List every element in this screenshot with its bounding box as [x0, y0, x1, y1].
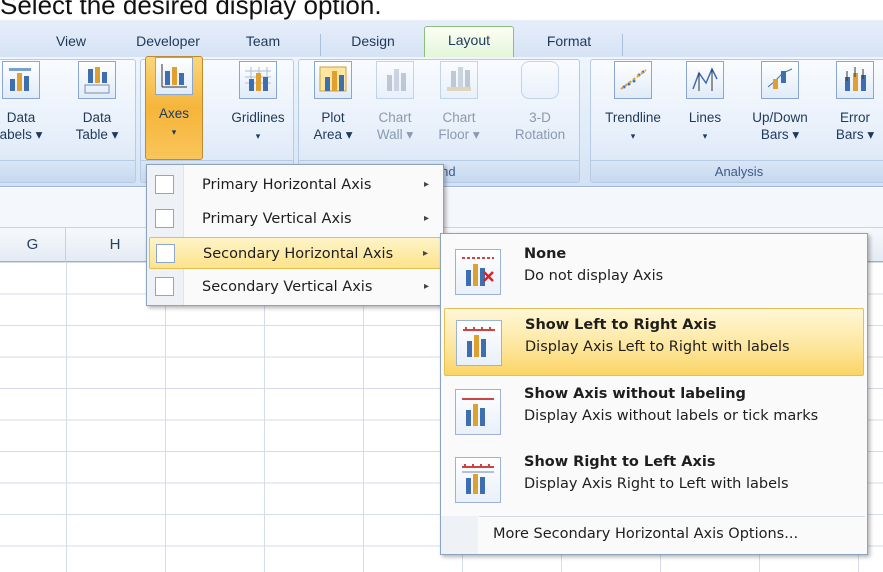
chart-wall-button[interactable]: Chart Wall ▾: [366, 61, 424, 161]
submenu-arrow-icon: ▸: [422, 248, 428, 259]
gridlines-icon: [239, 61, 277, 99]
tab-separator: [622, 34, 623, 56]
axes-icon: [155, 57, 193, 95]
error-bars-icon: [836, 61, 874, 99]
error-bars-label: Error Bars ▾: [835, 110, 875, 142]
menu-gutter: [441, 516, 478, 554]
plot-area-icon: [314, 61, 352, 99]
trendline-label: Trendline ▾: [605, 110, 661, 141]
data-table-label: Data Table ▾: [75, 110, 119, 142]
data-table-icon: [78, 61, 116, 99]
chart-wall-icon: [376, 61, 414, 99]
menu-item-label: Secondary Vertical Axis: [202, 279, 373, 295]
tab-team[interactable]: Team: [220, 28, 306, 58]
submenu-arrow-icon: ▸: [423, 179, 429, 190]
gridlines-button[interactable]: Gridlines ▾: [226, 61, 290, 161]
option-title: Show Right to Left Axis: [524, 454, 716, 470]
lines-button[interactable]: Lines ▾: [676, 61, 734, 161]
tab-design[interactable]: Design: [330, 28, 416, 58]
tab-developer[interactable]: Developer: [118, 28, 218, 58]
trendline-button[interactable]: Trendline ▾: [596, 61, 670, 161]
right-to-left-axis-icon: [455, 457, 501, 503]
trendline-icon: [614, 61, 652, 99]
tab-layout[interactable]: Layout: [424, 26, 514, 59]
option-title: None: [524, 246, 567, 262]
menu-item-primary-vertical-axis[interactable]: Primary Vertical Axis ▸: [149, 203, 441, 235]
error-bars-button[interactable]: Error Bars ▾: [826, 61, 883, 161]
lines-label: Lines ▾: [688, 110, 722, 141]
axis-icon: [155, 175, 174, 194]
axis-icon: [156, 244, 175, 263]
data-labels-button[interactable]: Data abels ▾: [0, 61, 50, 161]
up-down-bars-label: Up/Down Bars ▾: [752, 110, 808, 142]
menu-separator: [479, 516, 865, 517]
menu-item-label: Secondary Horizontal Axis: [203, 246, 394, 262]
option-show-left-to-right-axis[interactable]: Show Left to Right Axis Display Axis Lef…: [444, 308, 864, 376]
column-header-g[interactable]: G: [0, 228, 66, 262]
menu-item-label: Primary Vertical Axis: [202, 211, 352, 227]
chart-floor-button[interactable]: Chart Floor ▾: [430, 61, 488, 161]
ribbon-tab-bar: View Developer Team Design Layout Format: [0, 20, 883, 59]
no-axis-icon: [455, 249, 501, 295]
option-description: Do not display Axis: [524, 268, 664, 284]
chart-floor-icon: [440, 61, 478, 99]
menu-item-primary-horizontal-axis[interactable]: Primary Horizontal Axis ▸: [149, 169, 441, 201]
option-description: Display Axis Left to Right with labels: [525, 339, 790, 355]
option-show-right-to-left-axis[interactable]: Show Right to Left Axis Display Axis Rig…: [444, 446, 864, 514]
more-secondary-horizontal-axis-options[interactable]: More Secondary Horizontal Axis Options..…: [493, 518, 798, 550]
option-title: Show Axis without labeling: [524, 386, 746, 402]
tab-format[interactable]: Format: [524, 28, 614, 58]
instruction-text: Select the desired display option.: [0, 0, 382, 20]
3d-rotation-icon: [521, 61, 559, 99]
chart-floor-label: Chart Floor ▾: [438, 110, 480, 142]
analysis-group-label: Analysis: [591, 160, 883, 182]
axis-icon: [155, 277, 174, 296]
menu-item-label: Primary Horizontal Axis: [202, 177, 372, 193]
lines-icon: [686, 61, 724, 99]
3d-rotation-label: 3-D Rotation: [514, 110, 566, 142]
plot-area-label: Plot Area ▾: [313, 110, 353, 142]
labels-group-label: [0, 160, 135, 182]
submenu-arrow-icon: ▸: [423, 281, 429, 292]
data-labels-label: Data abels ▾: [0, 110, 43, 142]
plot-area-button[interactable]: Plot Area ▾: [304, 61, 362, 161]
axis-without-labels-icon: [455, 389, 501, 435]
option-description: Display Axis without labels or tick mark…: [524, 408, 819, 424]
data-table-button[interactable]: Data Table ▾: [68, 61, 126, 161]
axes-label: Axes ▾: [158, 106, 189, 137]
option-description: Display Axis Right to Left with labels: [524, 476, 789, 492]
menu-item-secondary-horizontal-axis[interactable]: Secondary Horizontal Axis ▸: [149, 237, 441, 269]
option-none[interactable]: None Do not display Axis: [444, 238, 864, 306]
data-labels-icon: [2, 61, 40, 99]
tab-view[interactable]: View: [36, 28, 106, 58]
up-down-bars-icon: [761, 61, 799, 99]
menu-item-secondary-vertical-axis[interactable]: Secondary Vertical Axis ▸: [149, 271, 441, 303]
secondary-horizontal-axis-menu: None Do not display Axis Show Left to Ri…: [440, 233, 868, 555]
chart-wall-label: Chart Wall ▾: [376, 110, 414, 142]
3d-rotation-button[interactable]: 3-D Rotation: [506, 61, 574, 161]
axes-dropdown-menu: Primary Horizontal Axis ▸ Primary Vertic…: [146, 164, 444, 306]
option-show-axis-without-labeling[interactable]: Show Axis without labeling Display Axis …: [444, 378, 864, 446]
tab-separator: [320, 34, 321, 56]
option-title: Show Left to Right Axis: [525, 317, 717, 333]
submenu-arrow-icon: ▸: [423, 213, 429, 224]
gridlines-label: Gridlines ▾: [231, 110, 285, 141]
axes-button[interactable]: Axes ▾: [145, 56, 203, 160]
left-to-right-axis-icon: [456, 320, 502, 366]
up-down-bars-button[interactable]: Up/Down Bars ▾: [740, 61, 820, 161]
axis-icon: [155, 209, 174, 228]
